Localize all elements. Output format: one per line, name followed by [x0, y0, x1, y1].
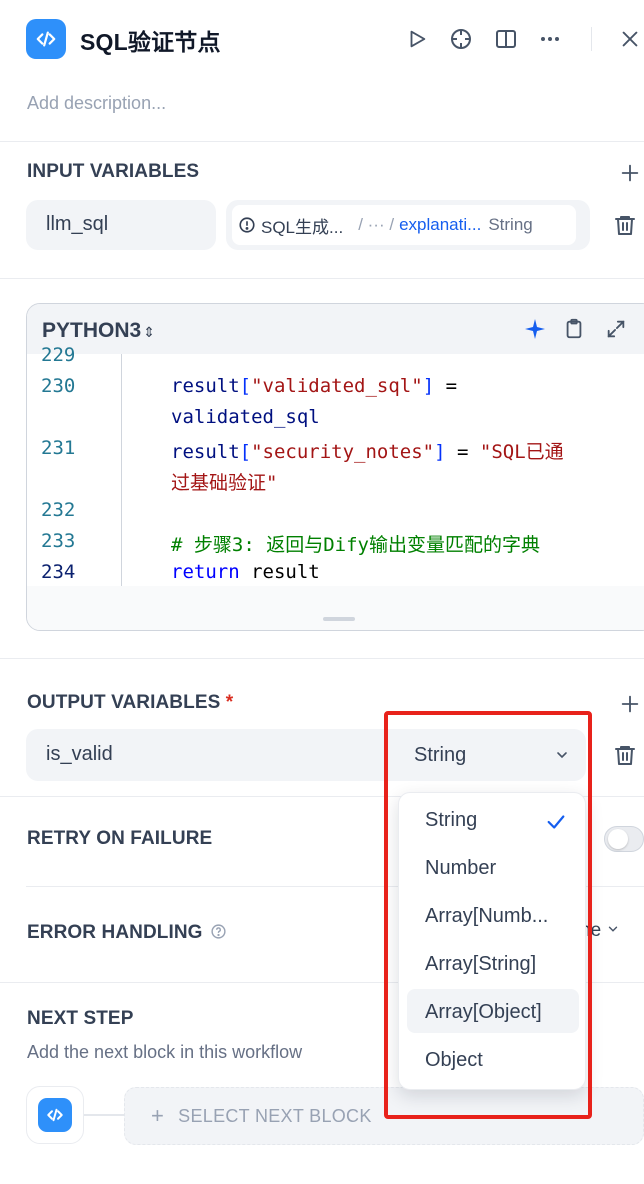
sort-icon: ⇕ — [143, 324, 155, 340]
copy-icon[interactable] — [563, 318, 585, 345]
retry-toggle[interactable] — [604, 826, 644, 852]
indent-guide — [121, 354, 122, 586]
next-step-subtitle: Add the next block in this workflow — [27, 1042, 303, 1062]
delete-input-variable-icon[interactable] — [613, 213, 637, 237]
variable-name: explanati... — [399, 215, 482, 234]
plus-icon: + — [151, 1103, 165, 1128]
output-variables-title: OUTPUT VARIABLES * — [27, 692, 234, 713]
add-input-variable-icon[interactable] — [619, 162, 641, 184]
add-output-variable-icon[interactable] — [619, 693, 641, 715]
line-number-active: 234 — [41, 561, 76, 583]
select-next-block-label: SELECT NEXT BLOCK — [178, 1105, 372, 1126]
code-editor-header: PYTHON3 ⇕ — [27, 304, 644, 354]
source-node-icon — [239, 217, 255, 233]
variable-type: String — [488, 215, 533, 234]
language-selector[interactable]: PYTHON3 ⇕ — [42, 319, 155, 343]
code-editor-footer — [27, 586, 644, 630]
next-step-title: NEXT STEP — [27, 1008, 134, 1029]
code-line: validated_sql — [171, 406, 320, 428]
divider — [0, 141, 644, 142]
code-editor[interactable]: PYTHON3 ⇕ 229 230 231 232 233 234 result[… — [26, 303, 644, 631]
close-icon[interactable] — [617, 26, 643, 52]
toggle-knob — [608, 829, 628, 849]
path-ellipsis: / ··· / — [358, 215, 395, 234]
resize-handle[interactable] — [323, 617, 355, 621]
code-line: result["security_notes"] = "SQL已通 — [171, 441, 564, 463]
help-target-icon[interactable] — [448, 26, 474, 52]
header-divider — [591, 27, 592, 51]
code-line: # 步骤3: 返回与Dify输出变量匹配的字典 — [171, 534, 540, 556]
node-title[interactable]: SQL验证节点 — [80, 23, 221, 57]
annotation-highlight-box — [384, 711, 592, 1119]
description-input[interactable]: Add description... — [27, 93, 166, 114]
code-node-icon — [26, 19, 66, 59]
code-line: 过基础验证" — [171, 472, 278, 494]
line-number: 233 — [41, 530, 76, 552]
help-icon — [211, 924, 226, 939]
run-icon[interactable] — [404, 26, 430, 52]
line-number: 230 — [41, 375, 76, 397]
line-number: 232 — [41, 499, 76, 521]
source-node-name: SQL生成... — [261, 217, 344, 237]
more-icon[interactable] — [537, 26, 563, 52]
delete-output-variable-icon[interactable] — [613, 743, 637, 767]
expand-icon[interactable] — [605, 318, 627, 345]
line-number: 231 — [41, 437, 76, 459]
input-variable-name[interactable]: llm_sql — [26, 200, 216, 250]
divider — [0, 658, 644, 659]
ai-sparkle-icon[interactable] — [523, 317, 547, 346]
book-icon[interactable] — [493, 26, 519, 52]
required-mark: * — [225, 692, 234, 713]
code-icon — [47, 1108, 63, 1122]
input-variables-title: INPUT VARIABLES — [27, 161, 200, 182]
line-number: 229 — [41, 344, 76, 366]
code-line: return result — [171, 561, 320, 583]
connector-line — [84, 1114, 124, 1116]
input-variable-reference[interactable]: SQL生成... / ··· / explanati... String — [226, 200, 590, 250]
error-handling-title: ERROR HANDLING — [27, 922, 227, 944]
retry-title: RETRY ON FAILURE — [27, 828, 213, 849]
divider — [0, 278, 644, 279]
chevron-down-icon — [609, 926, 618, 932]
code-line: result["validated_sql"] = — [171, 375, 458, 397]
code-content[interactable]: 229 230 231 232 233 234 result["validate… — [27, 344, 644, 586]
current-node-icon — [26, 1086, 84, 1144]
